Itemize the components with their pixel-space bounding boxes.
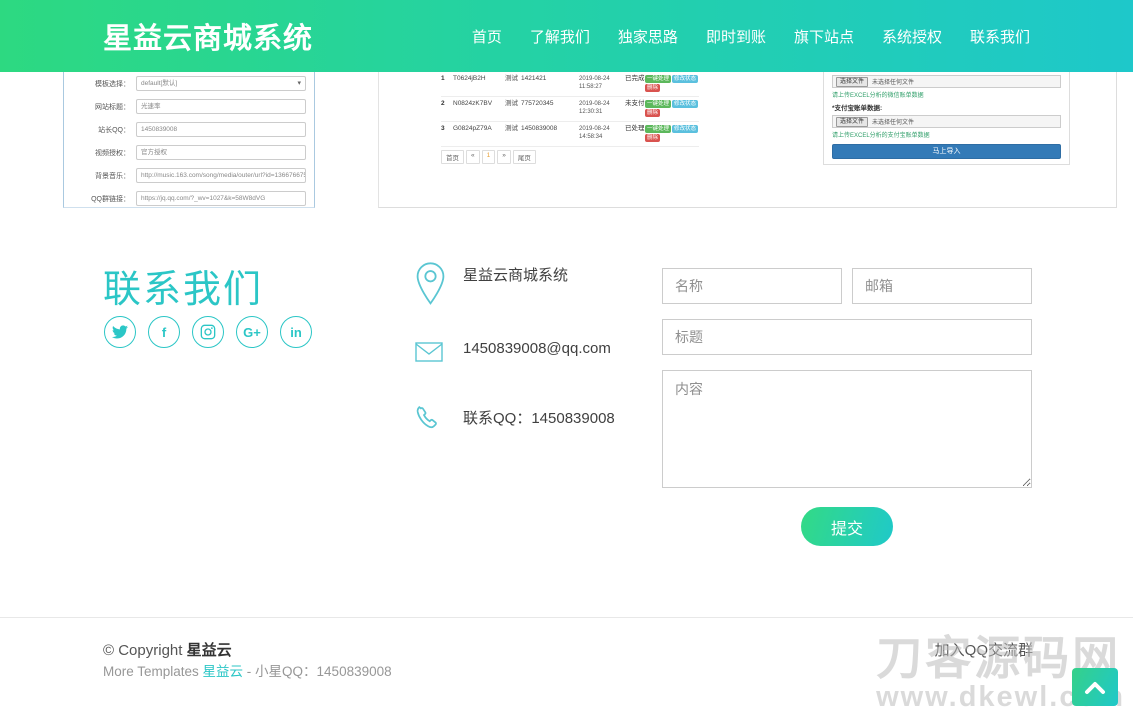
- nav-ideas[interactable]: 独家思路: [618, 26, 678, 47]
- instagram-icon[interactable]: [192, 316, 224, 348]
- nav-license[interactable]: 系统授权: [882, 26, 942, 47]
- field-label: 视频授权：: [72, 148, 130, 158]
- import-bills-panel: 选择文件 未选择任何文件 请上传EXCEL分析的微信账单数据 *支付宝账单数据:…: [823, 72, 1070, 165]
- nav-contact[interactable]: 联系我们: [970, 26, 1030, 47]
- template-select: default[默认]▾: [136, 76, 306, 91]
- contact-qq-text: 联系QQ：1450839008: [463, 405, 615, 428]
- location-icon: [415, 262, 463, 311]
- status-badge: 已完成: [625, 75, 645, 83]
- pagination-page-1: 1: [482, 150, 496, 164]
- file-input-row: 选择文件 未选择任何文件: [832, 75, 1061, 88]
- qq-group-field: https://jq.qq.com/?_wv=1027&k=58W8dVG: [136, 191, 306, 206]
- pagination-next: »: [497, 150, 511, 164]
- delete-button: 删除: [645, 84, 660, 92]
- pagination: 首页 « 1 » 尾页: [441, 150, 536, 164]
- nav-sites[interactable]: 旗下站点: [794, 26, 854, 47]
- mail-icon: [415, 338, 463, 367]
- linkedin-icon[interactable]: in: [280, 316, 312, 348]
- screenshot-admin-card: 1 T0624jB2H 测试 1421421 2019-08-2411:58:2…: [378, 72, 1117, 208]
- google-plus-icon[interactable]: G+: [236, 316, 268, 348]
- twitter-icon[interactable]: [104, 316, 136, 348]
- scroll-to-top-button[interactable]: [1072, 668, 1118, 706]
- settings-row: 网站标题： 光速率: [72, 99, 306, 114]
- screenshot-settings-panel: 模板选择： default[默认]▾ 网站标题： 光速率 站长QQ： 14508…: [63, 72, 315, 208]
- table-row: 1 T0624jB2H 测试 1421421 2019-08-2411:58:2…: [441, 72, 699, 97]
- settings-row: 背景音乐： http://music.163.com/song/media/ou…: [72, 168, 306, 183]
- copyright-line: © Copyright 星益云: [103, 639, 232, 660]
- import-button: 马上导入: [832, 144, 1061, 159]
- phone-icon: [415, 405, 463, 436]
- field-label: 背景音乐：: [72, 171, 130, 181]
- screenshot-strip: 模板选择： default[默认]▾ 网站标题： 光速率 站长QQ： 14508…: [0, 72, 1133, 208]
- delete-button: 删除: [645, 134, 660, 142]
- contact-address-item: 星益云商城系统: [415, 262, 568, 311]
- field-label: QQ群链接：: [72, 194, 130, 204]
- field-label: 模板选择：: [72, 79, 130, 89]
- modify-status-button: 修改状态: [672, 100, 698, 108]
- admin-qq-field: 1450839008: [136, 122, 306, 137]
- settings-row: QQ群链接： https://jq.qq.com/?_wv=1027&k=58W…: [72, 191, 306, 206]
- more-templates-line: More Templates 星益云 - 小星QQ：1450839008: [103, 660, 392, 680]
- choose-file-button: 选择文件: [836, 117, 868, 127]
- contact-section-title: 联系我们: [103, 258, 263, 313]
- nav-home[interactable]: 首页: [472, 26, 502, 47]
- settings-row: 视频授权： 官方授权: [72, 145, 306, 160]
- license-field: 官方授权: [136, 145, 306, 160]
- site-header: 星益云商城系统 首页 了解我们 独家思路 即时到账 旗下站点 系统授权 联系我们: [0, 0, 1133, 72]
- nav-instant-pay[interactable]: 即时到账: [706, 26, 766, 47]
- title-input[interactable]: [662, 319, 1032, 355]
- table-row: 3 G0824pZ79A 测试 1450839008 2019-08-2414:…: [441, 122, 699, 147]
- name-input[interactable]: [662, 268, 842, 304]
- bgm-field: http://music.163.com/song/media/outer/ur…: [136, 168, 306, 183]
- contact-email-text: 1450839008@qq.com: [463, 338, 611, 357]
- site-logo[interactable]: 星益云商城系统: [103, 15, 313, 57]
- delete-button: 删除: [645, 109, 660, 117]
- field-label: 网站标题：: [72, 102, 130, 112]
- content-textarea[interactable]: [662, 370, 1032, 488]
- social-links: f G+ in: [104, 316, 312, 348]
- modify-status-button: 修改状态: [672, 125, 698, 133]
- process-button: 一键处理: [645, 100, 671, 108]
- submit-button[interactable]: 提交: [801, 507, 893, 546]
- contact-email-item: 1450839008@qq.com: [415, 338, 611, 367]
- facebook-icon[interactable]: f: [148, 316, 180, 348]
- table-row: 2 N0824zK7BV 测试 775720345 2019-08-2412:3…: [441, 97, 699, 122]
- pagination-prev: «: [466, 150, 480, 164]
- pagination-first: 首页: [441, 150, 464, 164]
- upload-hint: 请上传EXCEL分析的微信账单数据: [832, 90, 1061, 99]
- main-nav: 首页 了解我们 独家思路 即时到账 旗下站点 系统授权 联系我们: [472, 0, 1030, 72]
- process-button: 一键处理: [645, 75, 671, 83]
- email-input[interactable]: [852, 268, 1032, 304]
- page-footer: © Copyright 星益云 More Templates 星益云 - 小星Q…: [0, 617, 1133, 707]
- chevron-up-icon: [1083, 679, 1107, 695]
- pagination-last: 尾页: [513, 150, 536, 164]
- alipay-bill-label: *支付宝账单数据:: [832, 102, 1061, 112]
- nav-about[interactable]: 了解我们: [530, 26, 590, 47]
- contact-address-text: 星益云商城系统: [463, 262, 568, 285]
- settings-row: 站长QQ： 1450839008: [72, 122, 306, 137]
- field-label: 站长QQ：: [72, 125, 130, 135]
- process-button: 一键处理: [645, 125, 671, 133]
- choose-file-button: 选择文件: [836, 77, 868, 87]
- join-qq-group-link[interactable]: 加入QQ交流群: [935, 639, 1033, 660]
- orders-table: 1 T0624jB2H 测试 1421421 2019-08-2411:58:2…: [441, 72, 699, 147]
- brand-link[interactable]: 星益云: [203, 664, 244, 679]
- status-badge: 已处理: [625, 125, 645, 133]
- modify-status-button: 修改状态: [672, 75, 698, 83]
- contact-qq-item: 联系QQ：1450839008: [415, 405, 615, 436]
- file-input-row: 选择文件 未选择任何文件: [832, 115, 1061, 128]
- chevron-down-icon: ▾: [297, 76, 301, 91]
- settings-row: 模板选择： default[默认]▾: [72, 76, 306, 91]
- upload-hint: 请上传EXCEL分析的支付宝账单数据: [832, 130, 1061, 139]
- copyright-brand: 星益云: [187, 642, 232, 659]
- site-title-field: 光速率: [136, 99, 306, 114]
- status-badge: 未支付: [625, 100, 645, 108]
